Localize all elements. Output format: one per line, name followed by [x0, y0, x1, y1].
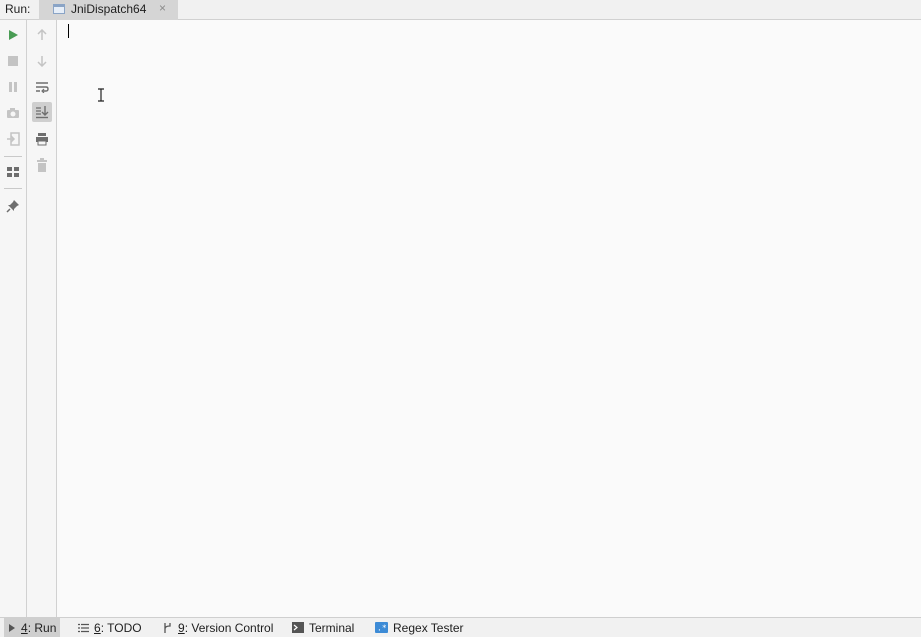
camera-icon[interactable] — [3, 103, 23, 123]
trash-icon[interactable] — [32, 155, 52, 175]
soft-wrap-icon[interactable] — [32, 77, 52, 97]
tool-tab-mnemonic: 4 — [21, 620, 28, 635]
tool-tab-regex-tester[interactable]: .* Regex Tester — [371, 618, 467, 637]
text-caret — [68, 24, 69, 38]
pin-icon[interactable] — [3, 196, 23, 216]
arrow-down-icon[interactable] — [32, 51, 52, 71]
tool-tab-terminal[interactable]: Terminal — [288, 618, 358, 637]
run-config-tab[interactable]: JniDispatch64 × — [39, 0, 178, 20]
close-tab-icon[interactable]: × — [159, 1, 166, 15]
toolbar-separator — [4, 188, 22, 189]
run-label: Run: — [5, 2, 31, 16]
exit-icon[interactable] — [3, 129, 23, 149]
application-icon — [53, 4, 65, 14]
tool-tab-label: : Version Control — [184, 620, 274, 635]
vcs-icon — [162, 622, 173, 634]
tool-window-bar: 4: Run 6: TODO 9: Version Control Termin… — [0, 617, 921, 637]
tool-tab-label: Regex Tester — [393, 620, 464, 635]
scroll-to-end-icon[interactable] — [32, 102, 52, 122]
print-icon[interactable] — [32, 129, 52, 149]
terminal-icon — [292, 622, 304, 633]
run-icon — [8, 623, 16, 633]
tool-tab-version-control[interactable]: 9: Version Control — [158, 618, 277, 637]
run-toolbar-primary — [0, 20, 27, 617]
pause-icon[interactable] — [3, 77, 23, 97]
tool-tab-mnemonic: 9 — [178, 620, 185, 635]
tool-tab-mnemonic: 6 — [94, 620, 101, 635]
tool-tab-label: : TODO — [100, 620, 142, 635]
rerun-icon[interactable] — [3, 25, 23, 45]
regex-icon: .* — [375, 622, 388, 633]
tool-tab-label: : Run — [27, 620, 57, 635]
run-tool-window-header: Run: JniDispatch64 × — [0, 0, 921, 20]
ibeam-cursor-icon — [97, 88, 105, 105]
arrow-up-icon[interactable] — [32, 25, 52, 45]
toolbar-separator — [4, 156, 22, 157]
svg-text:.*: .* — [377, 624, 387, 633]
stop-icon[interactable] — [3, 51, 23, 71]
todo-icon — [78, 623, 89, 633]
tool-tab-todo[interactable]: 6: TODO — [74, 618, 146, 637]
run-config-tab-title: JniDispatch64 — [71, 2, 147, 16]
layout-icon[interactable] — [3, 162, 23, 182]
tool-tab-run[interactable]: 4: Run — [4, 618, 61, 637]
console-output[interactable] — [57, 20, 921, 617]
run-toolbar-secondary — [27, 20, 57, 617]
tool-tab-label: Terminal — [309, 620, 355, 635]
